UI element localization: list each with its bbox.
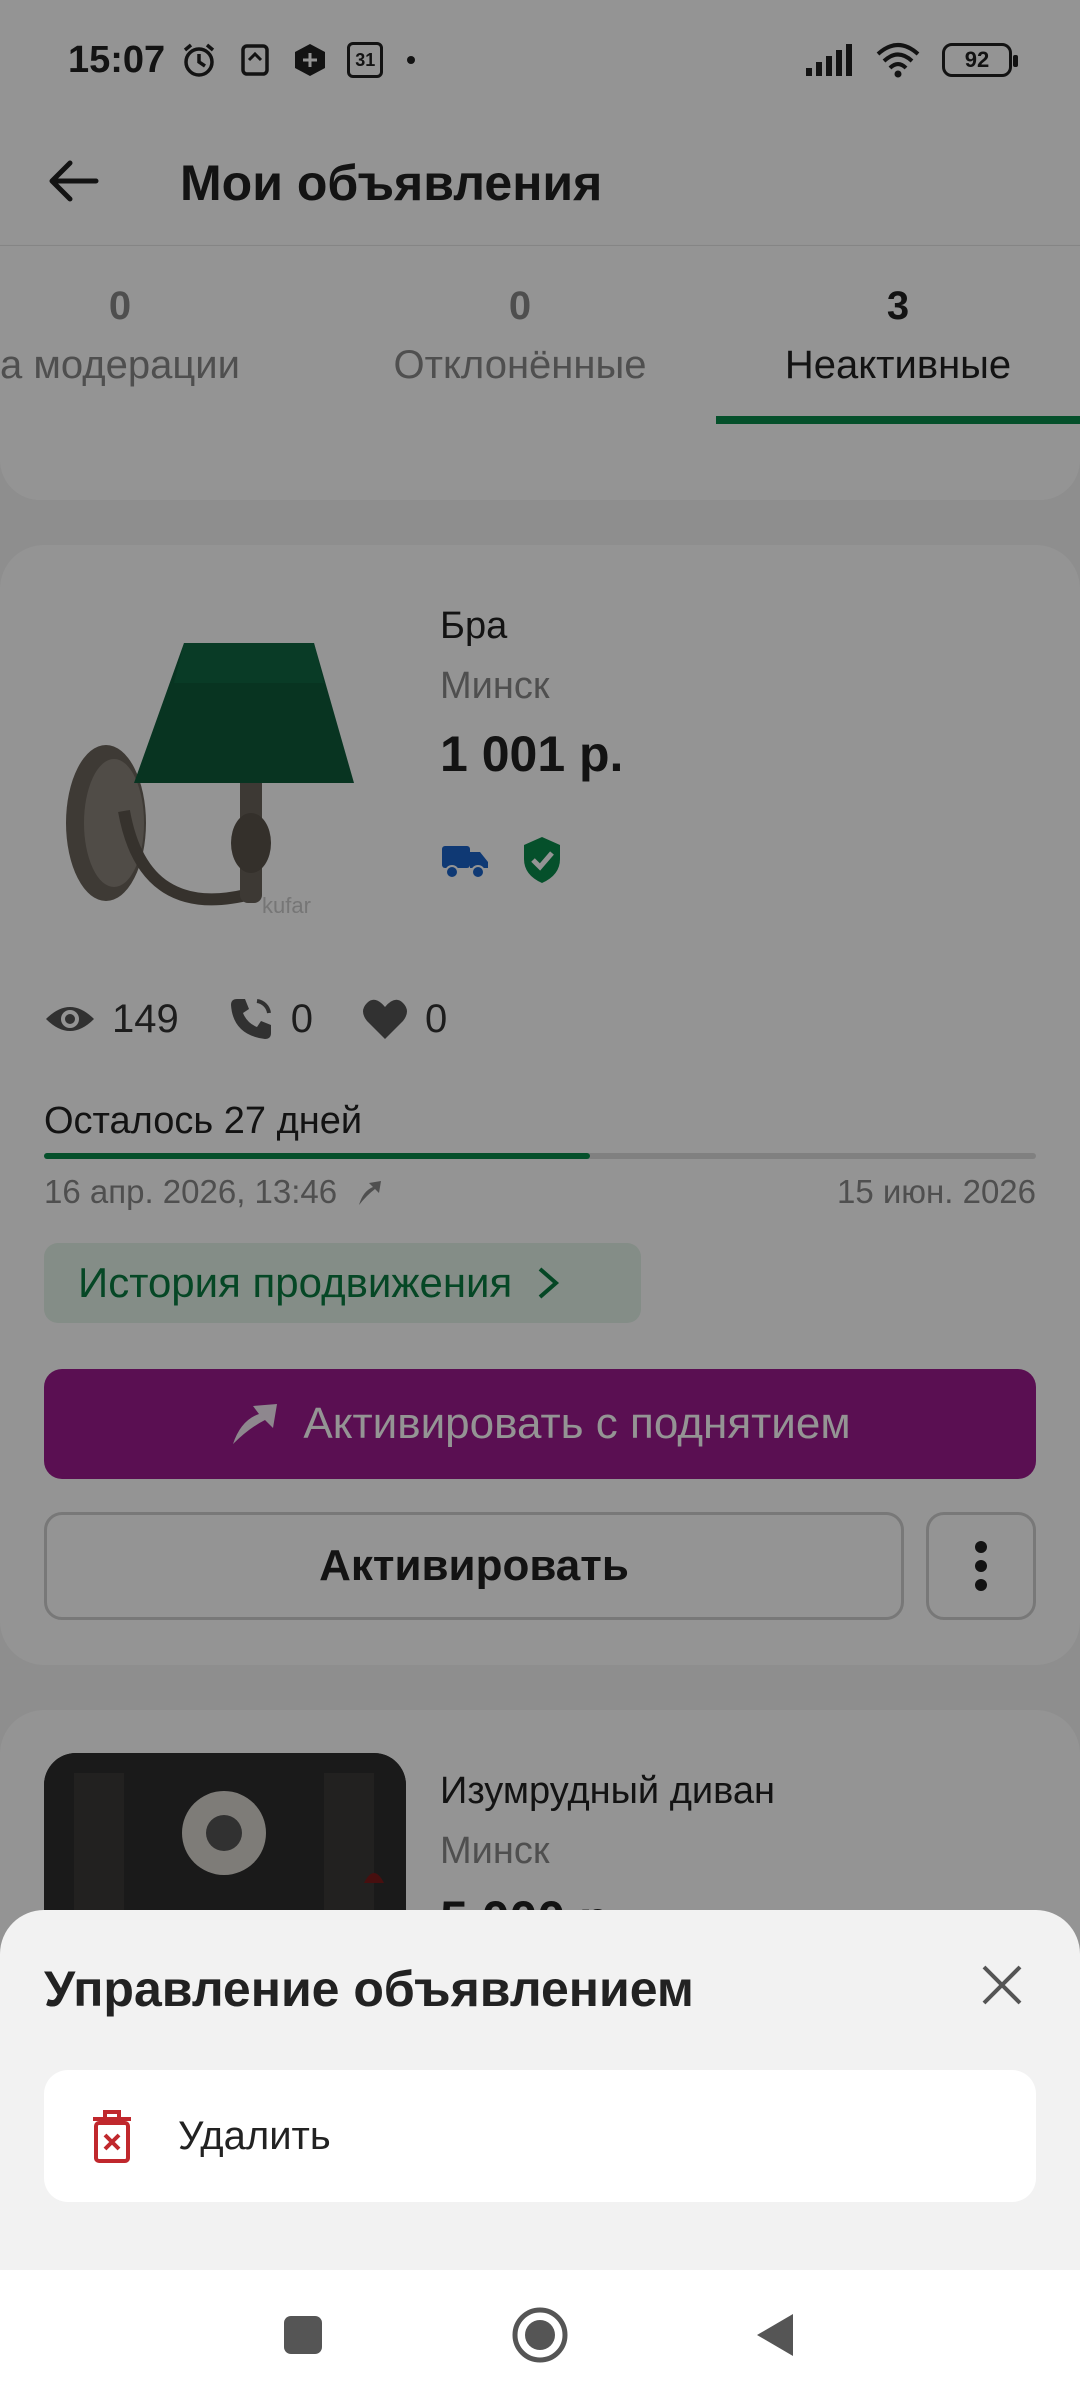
square-icon (284, 2316, 322, 2354)
delete-label: Удалить (178, 2113, 331, 2158)
delete-listing-button[interactable]: Удалить (44, 2070, 1036, 2202)
sheet-title: Управление объявлением (44, 1961, 694, 2017)
close-button[interactable] (972, 1955, 1032, 2015)
system-navigation-bar (0, 2270, 1080, 2400)
recents-button[interactable] (268, 2300, 338, 2370)
home-button[interactable] (505, 2300, 575, 2370)
close-icon (982, 1965, 1022, 2005)
trash-icon (93, 2110, 131, 2163)
circle-icon (512, 2307, 568, 2363)
trash-icon-wrap (84, 2106, 140, 2166)
listing-management-sheet: Управление объявлением Удалить (0, 1910, 1080, 2270)
triangle-back-icon (757, 2314, 793, 2356)
back-nav-button[interactable] (740, 2300, 810, 2370)
